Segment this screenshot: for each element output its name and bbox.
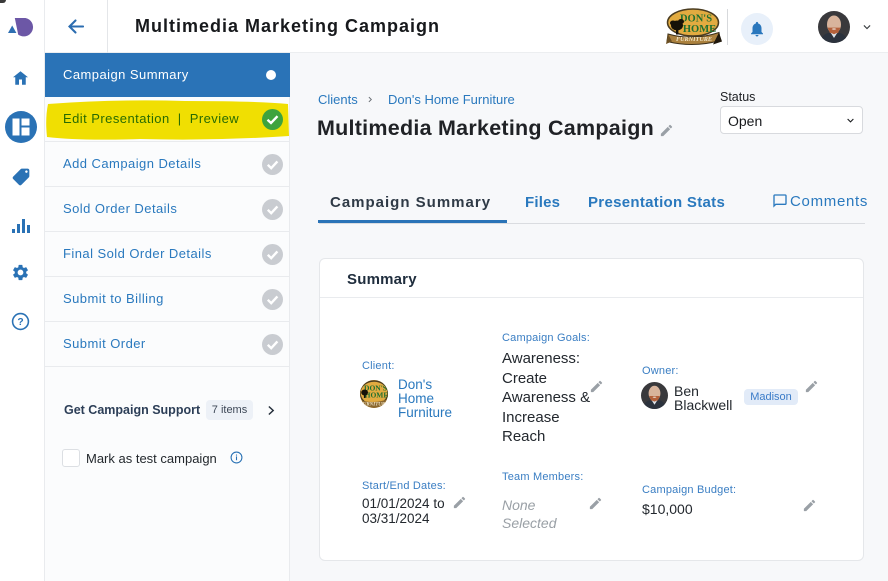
svg-text:DON'S: DON'S <box>680 14 712 25</box>
svg-text:FURNITURE: FURNITURE <box>676 36 712 43</box>
svg-text:HOME: HOME <box>683 24 716 35</box>
svg-text:FURNITURE: FURNITURE <box>360 403 388 408</box>
svg-text:?: ? <box>17 317 23 328</box>
svg-text:HOME: HOME <box>365 391 388 400</box>
